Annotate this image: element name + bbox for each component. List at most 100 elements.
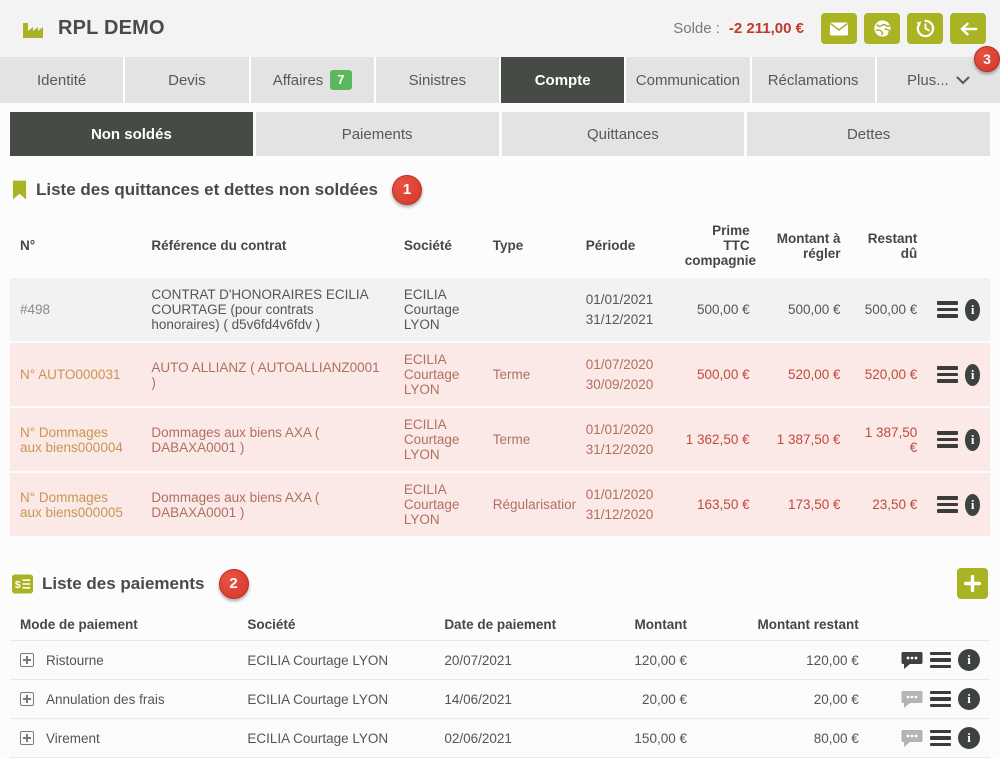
quittance-row[interactable]: N° Dommages aux biens000004 Dommages aux…	[10, 407, 990, 472]
tab-reclamations[interactable]: Réclamations	[752, 57, 875, 103]
quittance-row[interactable]: #498 CONTRAT D'HONORAIRES ECILIA COURTAG…	[10, 277, 990, 342]
quittance-row[interactable]: N° Dommages aux biens000005 Dommages aux…	[10, 472, 990, 537]
quittance-number: #498	[10, 277, 141, 342]
row-menu-icon[interactable]	[930, 691, 951, 708]
societe: ECILIA Courtage LYON	[237, 680, 434, 719]
payment-mode: Annulation des frais	[46, 692, 165, 707]
tab-label: Sinistres	[409, 72, 467, 89]
page-title: RPL DEMO	[58, 17, 165, 40]
quittances-section-header: Liste des quittances et dettes non soldé…	[12, 175, 988, 205]
col-periode: Période	[576, 215, 675, 277]
tab-identite[interactable]: Identité	[0, 57, 123, 103]
montant-a-regler: 520,00 €	[760, 342, 851, 407]
tab-compte[interactable]: Compte	[501, 57, 624, 103]
restant-du: 500,00 €	[851, 277, 928, 342]
payment-row[interactable]: Annulation des frais ECILIA Courtage LYO…	[10, 680, 990, 719]
back-button[interactable]	[950, 13, 986, 44]
info-icon[interactable]: i	[965, 494, 980, 516]
tab-communication[interactable]: Communication	[626, 57, 749, 103]
tab-devis[interactable]: Devis	[125, 57, 248, 103]
notification-badge: 3	[974, 46, 1000, 72]
type	[483, 277, 576, 342]
montant-restant: 20,00 €	[697, 680, 869, 719]
period-start: 01/07/2020	[586, 355, 665, 375]
period-end: 30/09/2020	[586, 375, 665, 395]
montant-a-regler: 173,50 €	[760, 472, 851, 537]
expand-icon[interactable]	[20, 731, 34, 745]
col-mode: Mode de paiement	[10, 609, 237, 641]
payment-row[interactable]: Virement ECILIA Courtage LYON 02/06/2021…	[10, 719, 990, 758]
societe: ECILIA Courtage LYON	[394, 277, 483, 342]
comment-icon[interactable]	[901, 729, 923, 748]
quittance-number[interactable]: N° Dommages aux biens000004	[10, 407, 141, 472]
expand-icon[interactable]	[20, 653, 34, 667]
periode: 01/01/2020 31/12/2020	[576, 407, 675, 472]
info-icon[interactable]: i	[958, 649, 980, 671]
info-icon[interactable]: i	[965, 364, 980, 386]
top-bar: RPL DEMO Solde : -2 211,00 €	[0, 0, 1000, 57]
montant-restant: 120,00 €	[697, 641, 869, 680]
history-icon	[916, 19, 935, 38]
societe: ECILIA Courtage LYON	[394, 407, 483, 472]
quittance-row[interactable]: N° AUTO000031 AUTO ALLIANZ ( AUTOALLIANZ…	[10, 342, 990, 407]
row-menu-icon[interactable]	[930, 652, 951, 669]
prime-ttc: 500,00 €	[675, 277, 760, 342]
globe-button[interactable]	[864, 13, 900, 44]
prime-ttc: 163,50 €	[675, 472, 760, 537]
info-icon[interactable]: i	[958, 727, 980, 749]
montant: 20,00 €	[571, 680, 697, 719]
payment-mode: Ristourne	[46, 653, 104, 668]
subtab-non-soldes[interactable]: Non soldés	[10, 112, 253, 156]
montant: 150,00 €	[571, 719, 697, 758]
row-menu-icon[interactable]	[930, 730, 951, 747]
quittance-number[interactable]: N° AUTO000031	[10, 342, 141, 407]
type: Régularisation	[483, 472, 576, 537]
add-payment-button[interactable]	[957, 568, 988, 599]
tab-label: Devis	[168, 72, 206, 89]
montant-restant: 80,00 €	[697, 719, 869, 758]
type: Terme	[483, 407, 576, 472]
svg-text:$: $	[15, 578, 21, 590]
col-montant: Montant à régler	[760, 215, 851, 277]
sub-tab-bar: Non soldés Paiements Quittances Dettes	[10, 112, 990, 156]
affaires-count-badge: 7	[330, 70, 351, 90]
quittance-number[interactable]: N° Dommages aux biens000005	[10, 472, 141, 537]
type: Terme	[483, 342, 576, 407]
row-menu-icon[interactable]	[937, 366, 958, 383]
prime-ttc: 500,00 €	[675, 342, 760, 407]
mail-button[interactable]	[821, 13, 857, 44]
tab-sinistres[interactable]: Sinistres	[376, 57, 499, 103]
info-icon[interactable]: i	[958, 688, 980, 710]
subtab-dettes[interactable]: Dettes	[747, 112, 990, 156]
prime-ttc: 1 362,50 €	[675, 407, 760, 472]
expand-icon[interactable]	[20, 692, 34, 706]
history-button[interactable]	[907, 13, 943, 44]
info-icon[interactable]: i	[965, 429, 980, 451]
restant-du: 23,50 €	[851, 472, 928, 537]
client-header: RPL DEMO	[20, 17, 165, 41]
row-menu-icon[interactable]	[937, 496, 958, 513]
back-arrow-icon	[959, 21, 978, 37]
payment-row[interactable]: Ristourne ECILIA Courtage LYON 20/07/202…	[10, 641, 990, 680]
comment-icon[interactable]	[901, 651, 923, 670]
row-menu-icon[interactable]	[937, 431, 958, 448]
period-start: 01/01/2020	[586, 420, 665, 440]
period-start: 01/01/2020	[586, 485, 665, 505]
info-icon[interactable]: i	[965, 299, 980, 321]
tab-affaires[interactable]: Affaires 7	[251, 57, 374, 103]
subtab-quittances[interactable]: Quittances	[502, 112, 745, 156]
globe-icon	[873, 19, 892, 38]
paiements-table: Mode de paiement Société Date de paiemen…	[10, 609, 990, 758]
main-tab-bar: Identité Devis Affaires 7 Sinistres Comp…	[0, 57, 1000, 103]
row-menu-icon[interactable]	[937, 301, 958, 318]
contract-reference: Dommages aux biens AXA ( DABAXA0001 )	[141, 407, 394, 472]
col-date: Date de paiement	[434, 609, 570, 641]
comment-icon[interactable]	[901, 690, 923, 709]
montant: 120,00 €	[571, 641, 697, 680]
paiements-header-row: Mode de paiement Société Date de paiemen…	[10, 609, 990, 641]
subtab-paiements[interactable]: Paiements	[256, 112, 499, 156]
period-start: 01/01/2021	[586, 290, 665, 310]
tab-label: Identité	[37, 72, 86, 89]
payment-date: 20/07/2021	[434, 641, 570, 680]
col-actions	[927, 215, 990, 277]
